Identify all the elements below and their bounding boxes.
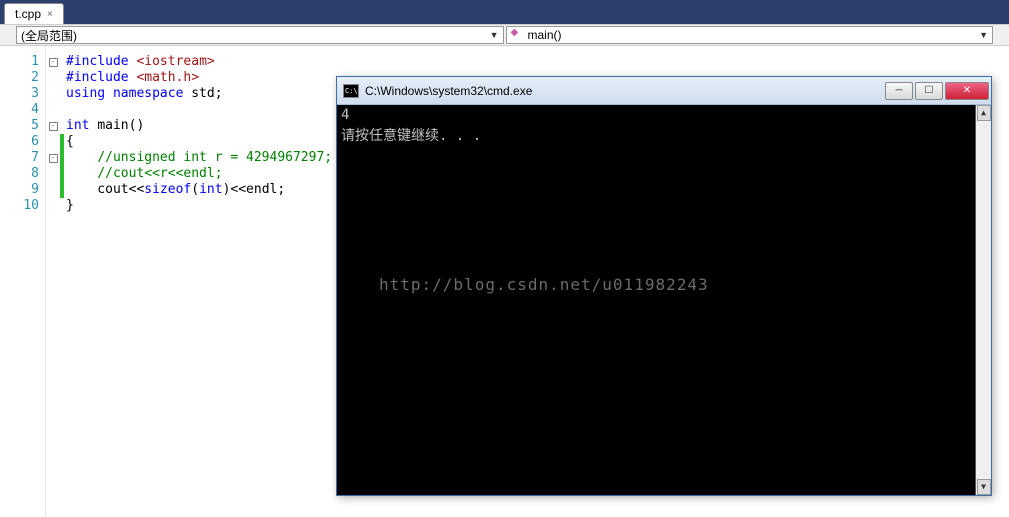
window-controls: ─ ☐ ✕ [885, 82, 989, 100]
file-tab[interactable]: t.cpp × [4, 3, 64, 24]
scroll-down-button[interactable]: ▼ [977, 479, 991, 495]
line-number: 7 [0, 150, 39, 166]
cmd-window[interactable]: C:\ C:\Windows\system32\cmd.exe ─ ☐ ✕ 4请… [336, 76, 992, 496]
scope-dropdown[interactable]: (全局范围) ▼ [16, 26, 504, 44]
line-number: 10 [0, 198, 39, 214]
line-number: 4 [0, 102, 39, 118]
chevron-down-icon: ▼ [490, 30, 499, 40]
cmd-scrollbar[interactable]: ▲ ▼ [975, 105, 991, 495]
cmd-icon: C:\ [343, 84, 359, 98]
code-line[interactable]: #include <iostream> [66, 54, 1009, 70]
function-dropdown[interactable]: main() ▼ [506, 26, 994, 44]
line-number-gutter: 12345678910 [0, 46, 46, 517]
fold-marker [46, 166, 60, 182]
fold-marker[interactable]: - [46, 118, 60, 134]
fold-marker[interactable]: - [46, 54, 60, 70]
tab-bar: t.cpp × [0, 0, 1009, 24]
line-number: 3 [0, 86, 39, 102]
nav-toolbar: (全局范围) ▼ main() ▼ [0, 24, 1009, 46]
fold-column: - - - [46, 46, 60, 517]
cmd-output[interactable]: 4请按任意键继续. . . http://blog.csdn.net/u0119… [337, 105, 991, 495]
cmd-titlebar[interactable]: C:\ C:\Windows\system32\cmd.exe ─ ☐ ✕ [337, 77, 991, 105]
fold-marker [46, 102, 60, 118]
chevron-down-icon: ▼ [979, 30, 988, 40]
line-number: 6 [0, 134, 39, 150]
line-number: 2 [0, 70, 39, 86]
line-number: 9 [0, 182, 39, 198]
method-icon [511, 29, 525, 39]
maximize-button[interactable]: ☐ [915, 82, 943, 100]
scope-label: (全局范围) [21, 27, 77, 44]
cmd-output-line: 4 [341, 107, 987, 125]
fold-marker[interactable]: - [46, 150, 60, 166]
close-button[interactable]: ✕ [945, 82, 989, 100]
line-number: 1 [0, 54, 39, 70]
close-icon[interactable]: × [47, 9, 53, 20]
fold-marker [46, 70, 60, 86]
fold-marker [46, 86, 60, 102]
minimize-button[interactable]: ─ [885, 82, 913, 100]
cmd-title: C:\Windows\system32\cmd.exe [365, 84, 885, 98]
tab-label: t.cpp [15, 7, 41, 21]
line-number: 8 [0, 166, 39, 182]
function-label: main() [511, 28, 562, 42]
scroll-up-button[interactable]: ▲ [977, 105, 991, 121]
fold-marker [46, 198, 60, 214]
function-name: main() [528, 28, 562, 42]
watermark-text: http://blog.csdn.net/u011982243 [379, 275, 709, 294]
fold-marker [46, 134, 60, 150]
line-number: 5 [0, 118, 39, 134]
cmd-output-line: 请按任意键继续. . . [341, 125, 987, 143]
fold-marker [46, 182, 60, 198]
